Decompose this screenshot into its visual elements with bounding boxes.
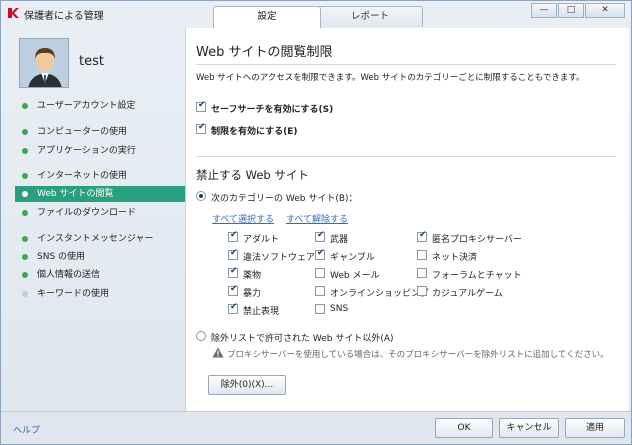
sidebar-item-label: 個人情報の送信 [37, 270, 101, 280]
status-green-icon [22, 148, 28, 154]
category-label: SNS [330, 304, 349, 314]
sidebar-item-sns-use[interactable]: SNS の使用 [15, 249, 185, 265]
safe-search-label[interactable]: セーフサーチを有効にする(S) [211, 102, 333, 115]
page-title: Web サイトの閲覧制限 [196, 45, 333, 60]
ok-button[interactable]: OK [435, 418, 493, 438]
footer-divider [1, 411, 631, 412]
sidebar-item-label: コンピューターの使用 [37, 127, 128, 137]
status-green-icon [22, 272, 28, 278]
category-checkbox[interactable] [228, 266, 238, 278]
radio-category-label[interactable]: 次のカテゴリーの Web サイト(B)： [211, 191, 358, 204]
window-title: 保護者による管理 [24, 11, 104, 22]
category-checkbox[interactable] [315, 230, 325, 242]
minimize-button[interactable]: — [531, 3, 557, 18]
enable-restriction-label[interactable]: 制限を有効にする(E) [211, 124, 297, 137]
category-label: ギャンブル [330, 253, 375, 263]
tab-settings[interactable]: 設定 [213, 6, 321, 28]
category-label: 匿名プロキシサーバー [432, 235, 522, 245]
select-all-link[interactable]: すべて選択する [212, 212, 274, 225]
sidebar-item-internet-use[interactable]: インターネットの使用 [15, 168, 185, 184]
status-green-icon [22, 236, 28, 242]
status-green-icon [22, 191, 28, 197]
category-label: ネット決済 [432, 253, 478, 263]
safe-search-checkbox[interactable] [196, 100, 206, 112]
category-checkbox[interactable] [315, 248, 325, 260]
sidebar-item-label: インスタントメッセンジャー [37, 234, 154, 244]
sidebar-item-user-account[interactable]: ユーザーアカウント設定 [15, 98, 185, 114]
category-label: 禁止表現 [243, 307, 280, 317]
warning-icon [212, 347, 224, 358]
sidebar-item-label: ユーザーアカウント設定 [37, 101, 136, 111]
sidebar-item-label: アプリケーションの実行 [37, 146, 136, 156]
sidebar-item-computer-use[interactable]: コンピューターの使用 [15, 124, 185, 140]
sidebar-item-personal-info[interactable]: 個人情報の送信 [15, 267, 185, 283]
category-label: 武器 [330, 235, 349, 245]
sidebar-item-instant-messenger[interactable]: インスタントメッセンジャー [15, 231, 185, 247]
user-name: test [79, 54, 104, 69]
status-green-icon [22, 129, 28, 135]
divider [196, 156, 616, 157]
category-checkbox[interactable] [228, 230, 238, 242]
parental-control-window: 保護者による管理 設定 レポート — □ ✕ test ユーザーアカウント設定 [0, 0, 632, 445]
category-label: カジュアルゲーム [432, 289, 503, 299]
user-avatar-icon [20, 39, 68, 87]
category-checkbox[interactable] [228, 248, 238, 260]
sidebar: test ユーザーアカウント設定 コンピューターの使用 アプリケーションの実行 … [5, 28, 185, 411]
window-controls: — □ ✕ [531, 3, 625, 18]
category-checkbox[interactable] [315, 304, 325, 314]
radio-exclusion-label[interactable]: 除外リストで許可された Web サイト以外(A) [211, 331, 394, 344]
divider [196, 64, 616, 65]
close-button[interactable]: ✕ [585, 3, 625, 18]
sidebar-item-label: キーワードの使用 [37, 289, 110, 299]
enable-restriction-checkbox[interactable] [196, 122, 206, 134]
category-label: 違法ソフトウェア [243, 253, 316, 263]
apply-button[interactable]: 適用 [565, 418, 625, 438]
tab-report[interactable]: レポート [317, 6, 423, 27]
sidebar-item-app-run[interactable]: アプリケーションの実行 [15, 143, 185, 159]
category-label: Web メール [330, 271, 380, 281]
section-title: 禁止する Web サイト [196, 168, 309, 182]
cancel-button[interactable]: キャンセル [499, 418, 559, 438]
status-green-icon [22, 103, 28, 109]
status-grey-icon [22, 291, 28, 297]
category-label: 薬物 [243, 271, 262, 281]
help-link[interactable]: ヘルプ [13, 423, 40, 436]
status-green-icon [22, 254, 28, 260]
title-bar: 保護者による管理 設定 レポート — □ ✕ [1, 1, 631, 28]
sidebar-item-label: SNS の使用 [37, 252, 86, 262]
category-label: アダルト [243, 235, 280, 245]
category-checkbox[interactable] [417, 268, 427, 278]
category-checkbox[interactable] [228, 302, 238, 314]
category-label: オンラインショッピング [330, 289, 430, 299]
deselect-all-link[interactable]: すべて解除する [286, 212, 348, 225]
sidebar-item-label: インターネットの使用 [37, 171, 128, 181]
category-label: フォーラムとチャット [432, 271, 522, 281]
exclusions-button[interactable]: 除外(0)(X)... [208, 375, 286, 395]
category-checkbox[interactable] [315, 286, 325, 296]
kaspersky-logo-icon [8, 8, 19, 18]
category-checkbox[interactable] [417, 286, 427, 296]
status-green-icon [22, 173, 28, 179]
category-label: 暴力 [243, 289, 262, 299]
sidebar-item-web-browsing[interactable]: Web サイトの閲覧 [15, 186, 185, 202]
sidebar-item-file-download[interactable]: ファイルのダウンロード [15, 205, 185, 221]
sidebar-item-label: Web サイトの閲覧 [37, 189, 114, 199]
radio-category-sites[interactable] [196, 191, 206, 201]
sidebar-item-keyword-use[interactable]: キーワードの使用 [15, 286, 185, 302]
avatar [19, 38, 69, 88]
page-description: Web サイトへのアクセスを制限できます。Web サイトのカテゴリーごとに制限す… [196, 73, 585, 83]
status-green-icon [22, 210, 28, 216]
category-checkbox[interactable] [315, 268, 325, 278]
category-checkbox[interactable] [417, 250, 427, 260]
main-panel: Web サイトの閲覧制限 Web サイトへのアクセスを制限できます。Web サイ… [185, 28, 629, 411]
category-checkbox[interactable] [228, 284, 238, 296]
warning-text: プロキシサーバーを使用している場合は、そのプロキシサーバーを除外リストに追加して… [227, 350, 609, 360]
maximize-button[interactable]: □ [558, 3, 584, 18]
radio-exclusion-sites[interactable] [196, 331, 206, 341]
category-checkbox[interactable] [417, 230, 427, 242]
sidebar-item-label: ファイルのダウンロード [37, 208, 137, 218]
